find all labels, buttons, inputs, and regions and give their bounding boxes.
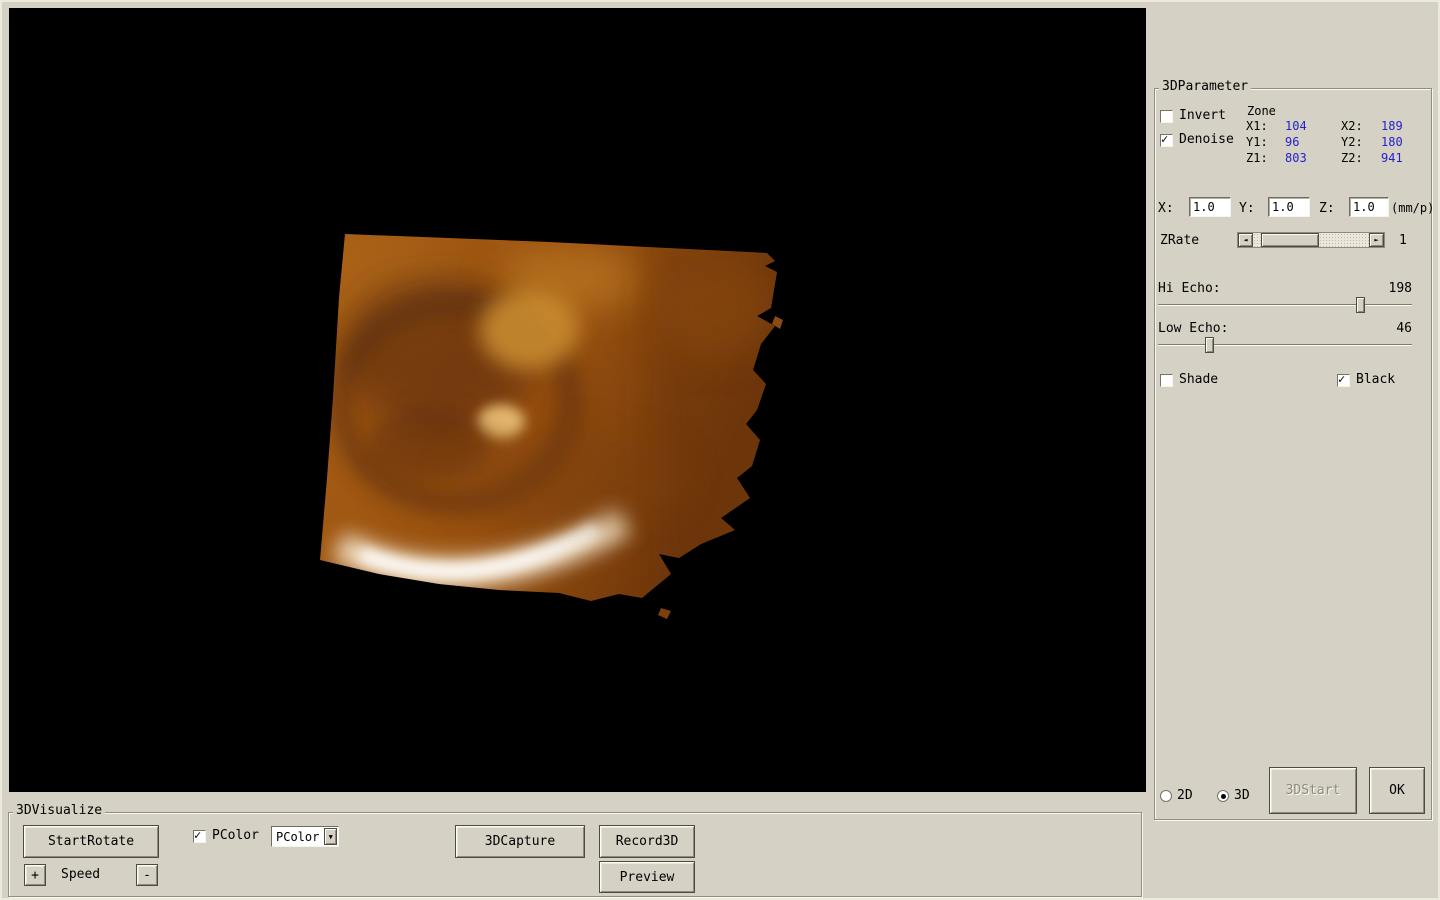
scale-unit-label: (mm/p): [1391, 201, 1435, 215]
scroll-left-icon[interactable]: ◄: [1238, 233, 1253, 247]
shade-checkbox[interactable]: ✓: [1160, 374, 1173, 387]
hi-echo-slider-track[interactable]: [1158, 304, 1412, 306]
zone-x1-value: 104: [1285, 119, 1307, 133]
black-label: Black: [1356, 372, 1396, 387]
check-icon: ✓: [194, 828, 202, 842]
chevron-down-icon[interactable]: ▼: [324, 828, 337, 845]
zrate-label: ZRate: [1160, 233, 1200, 248]
speed-plus-button[interactable]: +: [24, 864, 46, 886]
radio-2d-label: 2D: [1177, 788, 1193, 803]
ok-button[interactable]: OK: [1369, 767, 1425, 814]
ultrasound-volume: [320, 234, 783, 619]
hi-echo-value: 198: [1388, 281, 1412, 296]
zone-z1-value: 803: [1285, 151, 1307, 165]
check-icon: ✓: [1338, 372, 1346, 386]
zrate-scrollbar-thumb[interactable]: [1261, 233, 1319, 247]
low-echo-slider-thumb[interactable]: [1205, 337, 1214, 353]
zone-y2-value: 180: [1381, 135, 1403, 149]
visualize-group: 3DVisualize StartRotate ✓ PColor PColor …: [8, 804, 1142, 897]
zrate-scrollbar[interactable]: ◄ ►: [1237, 232, 1385, 248]
speed-minus-button[interactable]: -: [136, 864, 158, 886]
speed-label: Speed: [61, 867, 101, 882]
hi-echo-slider[interactable]: [1158, 297, 1412, 313]
low-echo-slider[interactable]: [1158, 337, 1412, 353]
preview-button[interactable]: Preview: [599, 861, 695, 893]
black-checkbox[interactable]: ✓: [1337, 372, 1350, 387]
zone-z2-value: 941: [1381, 151, 1403, 165]
low-echo-value: 46: [1396, 321, 1412, 336]
low-echo-slider-track[interactable]: [1158, 344, 1412, 346]
zone-title: Zone: [1247, 104, 1276, 118]
scroll-right-icon[interactable]: ►: [1369, 233, 1384, 247]
zrate-scrollbar-track[interactable]: [1253, 233, 1369, 247]
y-scale-label: Y:: [1239, 201, 1255, 216]
x-scale-input[interactable]: [1189, 197, 1231, 217]
zone-z2-label: Z2:: [1341, 151, 1363, 165]
shade-label: Shade: [1179, 372, 1219, 387]
app-window: 3DParameter ✓ Invert ✓ Denoise Zone X1: …: [0, 0, 1440, 900]
radio-3d-label: 3D: [1234, 788, 1250, 803]
hi-echo-label: Hi Echo:: [1158, 281, 1221, 296]
low-echo-label: Low Echo:: [1158, 321, 1229, 336]
zone-x2-value: 189: [1381, 119, 1403, 133]
pcolor-dropdown-value: PColor: [276, 829, 320, 844]
check-icon: ✓: [1161, 132, 1169, 146]
invert-label: Invert: [1179, 108, 1226, 123]
zone-x2-label: X2:: [1341, 119, 1363, 133]
visualize-group-title: 3DVisualize: [13, 804, 106, 818]
zone-z1-label: Z1:: [1246, 151, 1268, 165]
record3d-button[interactable]: Record3D: [599, 825, 695, 858]
zone-y1-value: 96: [1285, 135, 1300, 149]
pcolor-label: PColor: [212, 828, 259, 843]
start3d-button[interactable]: 3DStart: [1269, 767, 1357, 814]
zone-y1-label: Y1:: [1246, 135, 1268, 149]
capture3d-button[interactable]: 3DCapture: [455, 825, 585, 858]
z-scale-input[interactable]: [1349, 197, 1389, 217]
radio-2d[interactable]: [1160, 790, 1172, 802]
radio-3d[interactable]: [1217, 790, 1229, 802]
invert-checkbox[interactable]: ✓: [1160, 110, 1173, 123]
pcolor-dropdown[interactable]: PColor ▼: [271, 826, 339, 847]
denoise-label: Denoise: [1179, 132, 1234, 147]
start-rotate-button[interactable]: StartRotate: [23, 825, 159, 858]
render-viewport[interactable]: [9, 8, 1146, 792]
hi-echo-slider-thumb[interactable]: [1356, 297, 1365, 313]
z-scale-label: Z:: [1319, 201, 1335, 216]
zone-y2-label: Y2:: [1341, 135, 1363, 149]
zone-x1-label: X1:: [1246, 119, 1268, 133]
zrate-value: 1: [1399, 233, 1407, 248]
radio-dot-icon: [1220, 793, 1226, 799]
parameter-group-title: 3DParameter: [1159, 80, 1252, 94]
pcolor-checkbox[interactable]: ✓: [193, 828, 206, 843]
denoise-checkbox[interactable]: ✓: [1160, 132, 1173, 147]
x-scale-label: X:: [1158, 201, 1174, 216]
parameter-group: 3DParameter ✓ Invert ✓ Denoise Zone X1: …: [1154, 80, 1435, 820]
y-scale-input[interactable]: [1268, 197, 1310, 217]
